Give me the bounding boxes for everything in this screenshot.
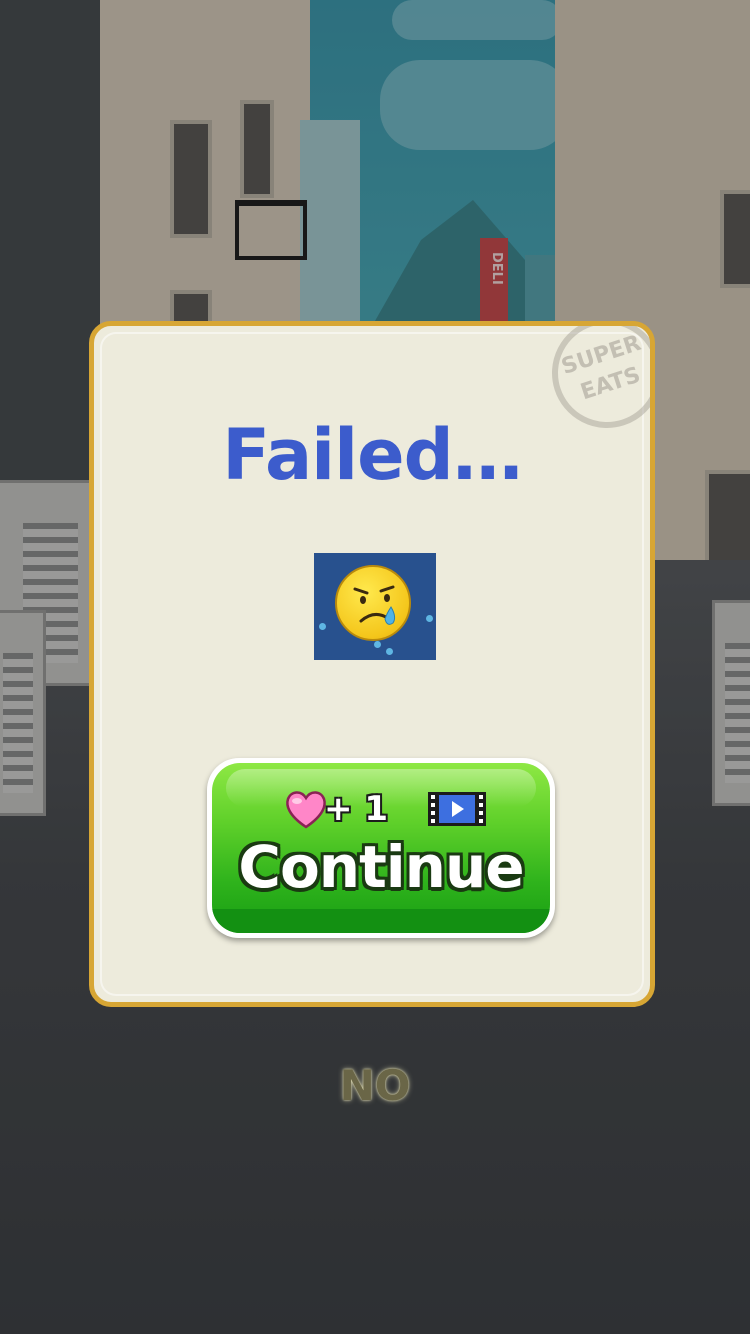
continue-button-shadow	[212, 909, 550, 933]
continue-label: Continue	[238, 833, 524, 901]
fail-dialog: SUPER EATS Failed… + 1 Continue	[89, 321, 655, 1007]
sad-face	[335, 565, 411, 641]
tear-drop-dot	[386, 648, 393, 655]
crying-face-icon	[314, 553, 436, 660]
no-button[interactable]: NO	[315, 1056, 435, 1116]
tear-drop-dot	[374, 641, 381, 648]
reward-amount: + 1	[324, 789, 388, 829]
game-screen: DELI SUPER EATS Failed… + 1 Continue NO	[0, 0, 750, 1334]
continue-button[interactable]: + 1 Continue	[207, 758, 555, 938]
heart-icon	[286, 791, 326, 829]
tear-drop-dot	[319, 623, 326, 630]
dialog-title: Failed…	[222, 414, 523, 496]
video-icon	[428, 792, 486, 826]
reward-row: + 1	[212, 785, 550, 829]
no-label: NO	[339, 1061, 411, 1110]
tear-drop-dot	[426, 615, 433, 622]
continue-button-face: + 1 Continue	[212, 763, 550, 933]
